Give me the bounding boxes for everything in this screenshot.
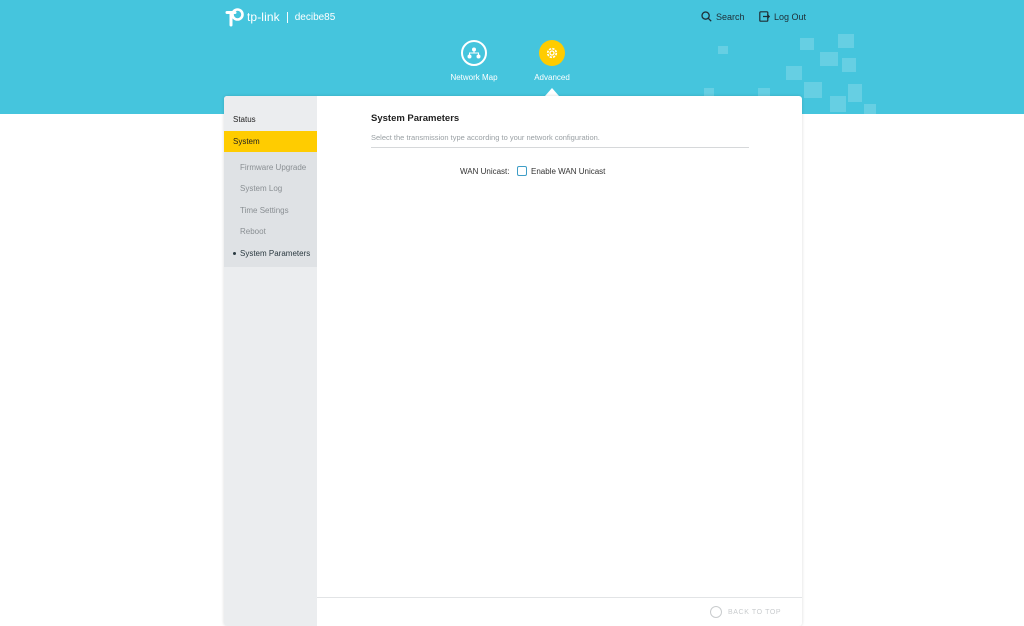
sidebar-item-label: System Parameters bbox=[240, 249, 311, 258]
nav-advanced[interactable]: Advanced bbox=[512, 40, 592, 82]
sidebar: Status System Firmware Upgrade System Lo… bbox=[224, 96, 317, 626]
logout-button[interactable]: Log Out bbox=[759, 11, 806, 22]
active-nav-pointer bbox=[545, 88, 559, 96]
decor-block bbox=[718, 46, 728, 54]
sidebar-item-time-settings[interactable]: Time Settings bbox=[224, 200, 317, 221]
gear-icon bbox=[539, 40, 565, 66]
search-button[interactable]: Search bbox=[701, 11, 745, 22]
tp-link-logo-icon bbox=[225, 8, 244, 27]
section-title: System Parameters bbox=[371, 113, 460, 124]
tp-link-logo: tp-link decibe85 bbox=[224, 6, 335, 28]
decor-block bbox=[864, 104, 876, 114]
content-panel: System Parameters Select the transmissio… bbox=[317, 96, 802, 626]
logout-label: Log Out bbox=[774, 11, 807, 22]
decor-block bbox=[848, 84, 862, 102]
decor-block bbox=[704, 88, 714, 96]
sidebar-item-firmware-upgrade[interactable]: Firmware Upgrade bbox=[224, 157, 317, 178]
network-map-icon bbox=[461, 40, 487, 66]
enable-wan-unicast-label[interactable]: Enable WAN Unicast bbox=[531, 167, 605, 176]
brand-name: tp-link bbox=[247, 10, 280, 24]
main-card: Status System Firmware Upgrade System Lo… bbox=[224, 96, 802, 626]
decor-block bbox=[800, 38, 814, 50]
nav-network-map[interactable]: Network Map bbox=[434, 40, 514, 82]
decor-block bbox=[838, 34, 854, 48]
sidebar-item-reboot[interactable]: Reboot bbox=[224, 221, 317, 242]
sidebar-item-status[interactable]: Status bbox=[224, 109, 317, 130]
sidebar-item-system-parameters[interactable]: System Parameters bbox=[224, 243, 317, 264]
sidebar-item-system-log[interactable]: System Log bbox=[224, 178, 317, 199]
wan-unicast-label: WAN Unicast: bbox=[460, 167, 510, 176]
current-item-dot bbox=[233, 252, 236, 255]
section-divider bbox=[371, 147, 749, 148]
nav-label-network-map: Network Map bbox=[450, 73, 498, 82]
footer-divider bbox=[317, 597, 802, 598]
logo-divider bbox=[286, 11, 288, 23]
decor-block bbox=[842, 58, 856, 72]
sidebar-item-system[interactable]: System bbox=[224, 131, 317, 152]
arrow-up-icon bbox=[710, 606, 722, 618]
back-to-top-button[interactable]: BACK TO TOP bbox=[710, 606, 781, 618]
nav-label-advanced: Advanced bbox=[534, 73, 570, 82]
decor-block bbox=[820, 52, 838, 66]
back-to-top-label: BACK TO TOP bbox=[728, 608, 782, 616]
decor-block bbox=[804, 82, 822, 98]
logout-icon bbox=[759, 11, 770, 22]
search-label: Search bbox=[716, 11, 745, 22]
section-description: Select the transmission type according t… bbox=[371, 133, 600, 142]
enable-wan-unicast-checkbox[interactable] bbox=[517, 166, 527, 176]
device-name: decibe85 bbox=[294, 11, 336, 23]
search-icon bbox=[701, 11, 712, 22]
decor-block bbox=[830, 96, 846, 112]
decor-block bbox=[786, 66, 802, 80]
